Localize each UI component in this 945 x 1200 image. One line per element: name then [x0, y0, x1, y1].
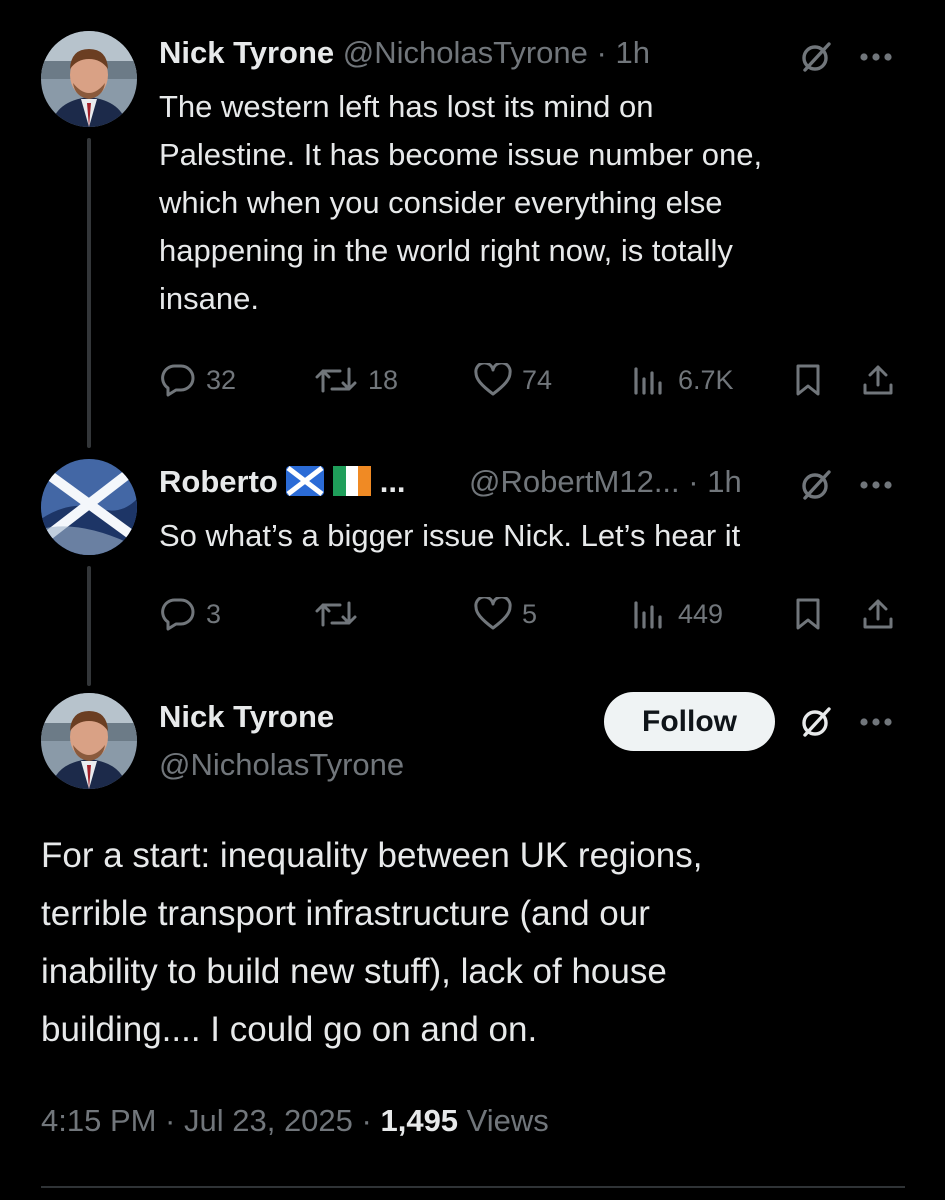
reply-button[interactable]: 32 [160, 360, 236, 400]
tweet-text-line: For a start: inequality between UK regio… [41, 836, 703, 875]
tweet-header: Roberto ... [159, 462, 406, 502]
bar-chart-icon [634, 601, 662, 629]
reply-button[interactable]: 3 [160, 594, 221, 634]
heart-icon [474, 597, 512, 630]
tweet-text-line: Palestine. It has become issue number on… [159, 137, 763, 172]
timestamp[interactable]: · 1h [597, 35, 650, 70]
tweet-text: So what’s a bigger issue Nick. Let’s hea… [159, 518, 741, 553]
more-options-icon[interactable] [856, 705, 896, 739]
divider [41, 1186, 905, 1188]
thread-line [87, 566, 91, 686]
tweet-text-line: happening in the world right now, is tot… [159, 233, 733, 268]
timestamp[interactable]: · 1h [688, 464, 741, 499]
grok-icon[interactable] [796, 465, 836, 505]
reply-icon [161, 598, 195, 631]
heart-icon [474, 363, 512, 396]
bar-chart-icon [634, 367, 662, 395]
views-count: 6.7K [678, 364, 734, 395]
like-count: 74 [522, 364, 553, 395]
thread-line [87, 138, 91, 448]
post-timestamp[interactable]: 4:15 PM · Jul 23, 2025 · [41, 1103, 372, 1138]
tweet-header: Nick Tyrone @NicholasTyrone · 1h [159, 33, 650, 73]
follow-button[interactable]: Follow [604, 692, 775, 751]
author-handle[interactable]: @NicholasTyrone [159, 745, 404, 785]
main-tweet-text: For a start: inequality between UK regio… [41, 827, 921, 1059]
avatar[interactable] [41, 693, 137, 789]
reply-icon [161, 364, 195, 397]
reply-count: 3 [206, 598, 222, 629]
tweet-text-line: inability to build new stuff), lack of h… [41, 952, 667, 991]
tweet-metadata: 4:15 PM · Jul 23, 2025 · 1,495 Views [41, 1100, 549, 1142]
tweet-text-line: which when you consider everything else [159, 185, 723, 220]
repost-button[interactable]: 18 [314, 360, 398, 400]
grok-icon[interactable] [796, 702, 836, 742]
author-name[interactable]: Roberto [159, 464, 278, 499]
views-label: Views [466, 1103, 549, 1138]
like-count: 5 [522, 598, 538, 629]
bookmark-icon[interactable] [788, 594, 828, 634]
name-truncation: ... [379, 464, 406, 499]
repost-button[interactable] [314, 594, 358, 634]
ireland-flag-icon [333, 466, 372, 496]
more-options-icon[interactable] [856, 40, 896, 74]
avatar[interactable] [41, 459, 137, 555]
bookmark-icon[interactable] [788, 360, 828, 400]
repost-icon [315, 601, 357, 627]
avatar[interactable] [41, 31, 137, 127]
tweet-text-line: insane. [159, 281, 259, 316]
like-button[interactable]: 74 [474, 360, 552, 400]
share-icon[interactable] [858, 594, 898, 634]
views-count: 1,495 [380, 1103, 459, 1138]
tweet-text-line: The western left has lost its mind on [159, 89, 654, 124]
views-count: 449 [678, 598, 724, 629]
repost-count: 18 [368, 364, 399, 395]
tweet-text: The western left has lost its mind on Pa… [159, 83, 919, 323]
author-name[interactable]: Nick Tyrone [159, 697, 334, 737]
repost-icon [315, 367, 357, 393]
reply-count: 32 [206, 364, 237, 395]
grok-icon[interactable] [796, 37, 836, 77]
tweet-header-meta: @RobertM12... · 1h [469, 462, 742, 502]
scotland-flag-icon [286, 466, 325, 496]
tweet-text-line: terrible transport infrastructure (and o… [41, 894, 650, 933]
views-button[interactable]: 6.7K [632, 360, 734, 400]
author-handle[interactable]: @RobertM12... [469, 464, 680, 499]
author-handle[interactable]: @NicholasTyrone [343, 35, 588, 70]
like-button[interactable]: 5 [474, 594, 537, 634]
more-options-icon[interactable] [856, 468, 896, 502]
tweet-text-line: building.... I could go on and on. [41, 1010, 538, 1049]
views-button[interactable]: 449 [632, 594, 723, 634]
share-icon[interactable] [858, 360, 898, 400]
author-name[interactable]: Nick Tyrone [159, 35, 334, 70]
